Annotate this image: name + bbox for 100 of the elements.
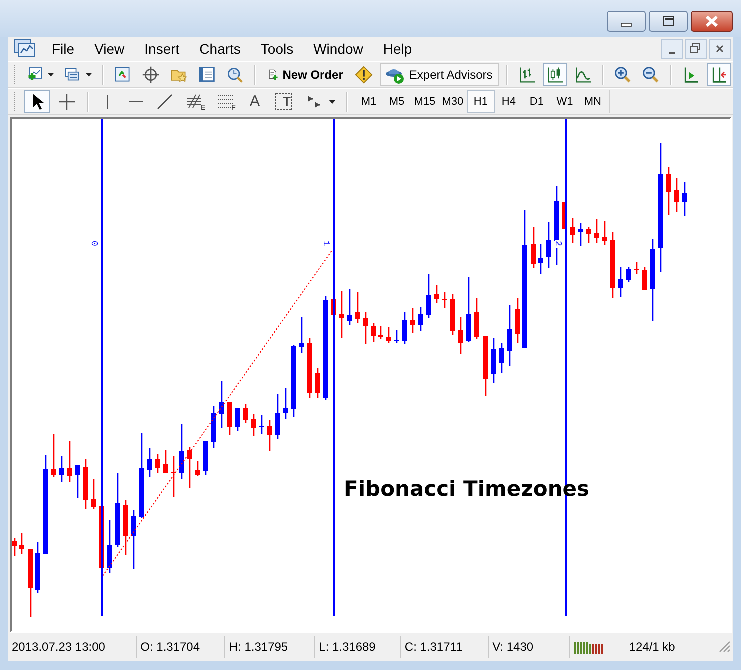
minimize-button[interactable] [607, 11, 646, 32]
candlestick [124, 500, 128, 555]
timeframe-button[interactable]: W1 [550, 90, 579, 113]
candlestick [402, 312, 408, 344]
restore-icon [689, 42, 703, 56]
candlestick [570, 218, 576, 243]
candlestick [92, 479, 96, 509]
candlestick [236, 408, 240, 431]
candlestick [356, 292, 360, 323]
candlestick [610, 232, 616, 298]
candlestick [284, 388, 288, 419]
candlestick [156, 454, 160, 473]
candlestick [418, 307, 424, 331]
zoom-in-icon [614, 64, 632, 84]
candlestick [578, 223, 584, 246]
candlestick [148, 448, 152, 477]
candlestick [68, 441, 72, 482]
timeframe-button[interactable]: M5 [382, 90, 411, 113]
timeframe-button[interactable]: M30 [438, 90, 467, 113]
candlestick [108, 520, 112, 573]
candlestick [538, 244, 544, 274]
minimize-icon [669, 52, 675, 54]
candlestick [442, 292, 448, 308]
crosshair-icon [57, 92, 77, 112]
candlestick [180, 424, 184, 479]
maximize-button[interactable] [649, 11, 688, 32]
candlestick [300, 317, 304, 353]
chart-shift-button[interactable] [706, 63, 731, 86]
candlestick [228, 402, 232, 435]
candlestick [188, 447, 192, 488]
candlestick [84, 459, 88, 509]
vertical-line-icon [107, 94, 109, 108]
timeframe-button[interactable]: MN [578, 90, 607, 113]
candlestick [426, 274, 432, 318]
status-text: H: 1.31795 [224, 636, 314, 658]
candlestick [276, 394, 280, 439]
candlestick [172, 456, 176, 497]
connection-bars-icon [574, 640, 604, 654]
cursor-button[interactable] [24, 90, 50, 113]
candlestick [164, 450, 168, 473]
resize-grip-icon [719, 641, 732, 653]
frame-icon [274, 92, 294, 112]
warning-diamond-icon [355, 64, 374, 84]
diagonal-line-icon [155, 92, 175, 112]
menu-item[interactable]: Window [304, 39, 374, 59]
timeframe-button[interactable]: M1 [354, 90, 383, 113]
minimize-icon [621, 22, 632, 26]
close-button[interactable] [691, 11, 733, 32]
close-icon [705, 15, 719, 28]
timeframe-button[interactable]: M15 [410, 90, 439, 113]
menu-item[interactable]: View [84, 39, 135, 59]
candlestick [364, 312, 368, 344]
candlestick [546, 222, 552, 268]
candlestick [634, 262, 640, 274]
candlestick [642, 267, 648, 290]
status-text: 124/1 kb [628, 639, 676, 656]
menu-item[interactable]: Insert [134, 39, 190, 59]
candlestick [484, 336, 488, 396]
menu-item[interactable]: Tools [250, 39, 304, 59]
text-button[interactable]: A [242, 90, 267, 113]
candlestick [196, 461, 200, 476]
candlestick [466, 277, 472, 342]
candlesticks-button[interactable] [543, 63, 568, 86]
candlestick [532, 227, 536, 268]
new-order-button[interactable]: New Order [262, 63, 348, 86]
candlestick [618, 267, 624, 297]
candlestick [132, 510, 136, 569]
status-text: V: 1430 [488, 636, 570, 658]
candlestick [204, 441, 208, 475]
window-close-button[interactable] [709, 39, 731, 59]
quotes-icon [114, 64, 132, 84]
menu-item[interactable]: File [42, 39, 85, 59]
expert-advisors-button[interactable]: Expert Advisors [380, 63, 500, 86]
horizontal-line-icon [129, 100, 143, 102]
candlestick [220, 381, 224, 428]
candlestick [292, 345, 296, 417]
candlestick [308, 338, 312, 398]
candlestick [492, 338, 496, 383]
maximize-icon [662, 15, 676, 28]
candlestick [60, 456, 64, 482]
candlestick [458, 317, 464, 354]
candlestick [434, 285, 440, 303]
candlestick [28, 549, 34, 617]
zoom-out-icon [642, 64, 660, 84]
menu-item[interactable]: Charts [190, 39, 251, 59]
window-minimize-button[interactable] [661, 39, 683, 59]
timeframe-button[interactable]: D1 [522, 90, 551, 113]
candlestick [348, 289, 352, 325]
candlestick [508, 305, 512, 366]
timeframe-button[interactable]: H4 [494, 90, 523, 113]
candlestick [252, 414, 256, 436]
candlestick [244, 404, 248, 423]
candlestick [268, 420, 272, 451]
timeframe-button[interactable]: H1 [466, 90, 495, 113]
menu-item[interactable]: Help [373, 39, 422, 59]
candlestick [594, 219, 600, 243]
candlestick [36, 542, 40, 593]
window-restore-button[interactable] [685, 39, 707, 59]
text-label-button[interactable]: T [270, 90, 298, 113]
candlestick [52, 434, 56, 477]
